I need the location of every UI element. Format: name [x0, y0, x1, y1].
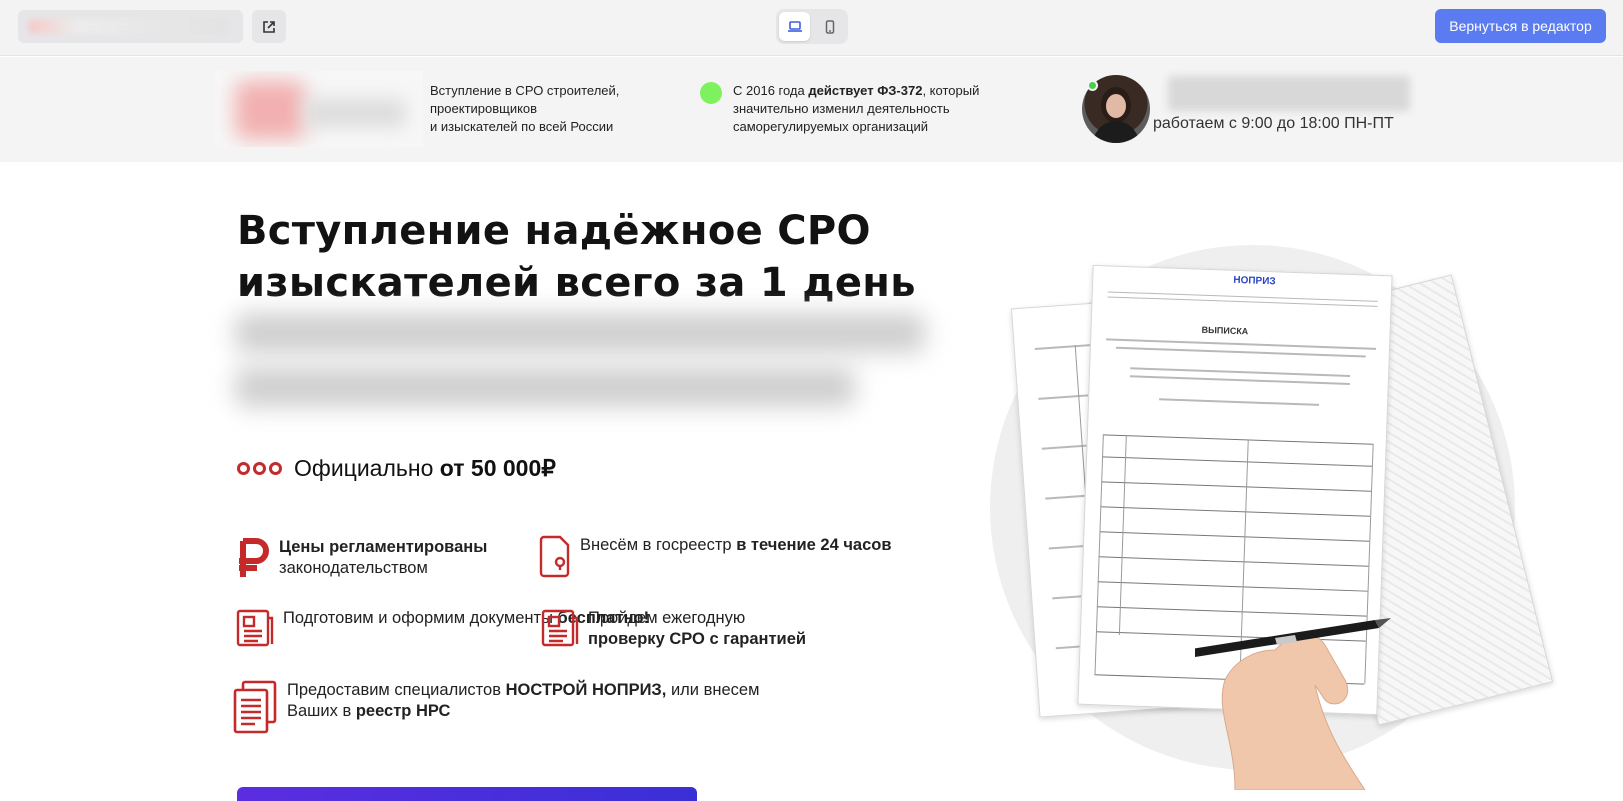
price-prefix: Официально: [294, 455, 440, 481]
cta-button[interactable]: [237, 787, 697, 801]
phone-icon: [825, 19, 834, 34]
status-indicator: [700, 82, 722, 104]
page-url-field[interactable]: [18, 10, 243, 43]
price-row: Официально от 50 000₽: [237, 455, 556, 482]
header-tagline: Вступление в СРО строителей, проектировщ…: [430, 83, 620, 134]
law-prefix: С 2016 года: [733, 83, 809, 98]
external-link-icon: [263, 20, 275, 33]
document-heading: ВЫПИСКА: [1201, 324, 1249, 337]
document-list-icon: [236, 609, 274, 647]
device-toggle: [776, 9, 848, 44]
document-stamp-icon: [539, 535, 570, 578]
feature-text: Внесём в госреестр: [580, 536, 737, 554]
price-value: от 50 000₽: [439, 455, 556, 481]
price-text: Официально от 50 000₽: [294, 455, 556, 482]
logo[interactable]: [215, 71, 423, 147]
feature-text: Предоставим специалистов: [287, 681, 506, 699]
certificate-illustration: НОПРИЗ ВЫПИСКА: [985, 240, 1554, 790]
header-law-note: С 2016 года действует ФЗ-372, который зн…: [733, 82, 993, 136]
feature-bold: Цены регламентированы: [279, 538, 488, 556]
feature-specialists: Предоставим специалистов НОСТРОЙ НОПРИЗ,…: [231, 680, 807, 734]
editor-toolbar: Вернуться в редактор: [0, 0, 1623, 56]
desktop-view-button[interactable]: [779, 12, 810, 41]
document-list-icon: [541, 609, 579, 647]
nopriz-badge: НОПРИЗ: [1233, 274, 1276, 288]
documents-stack-icon: [233, 680, 277, 734]
feature-text: законодательством: [279, 559, 428, 577]
law-bold: действует ФЗ-372: [808, 83, 923, 98]
feature-bold: реестр НРС: [355, 702, 451, 720]
hand-with-pen-image: [1195, 618, 1391, 790]
back-to-editor-button[interactable]: Вернуться в редактор: [1435, 9, 1606, 43]
site-header: Вступление в СРО строителей, проектировщ…: [0, 57, 1623, 162]
dots-icon: [237, 462, 282, 475]
laptop-icon: [787, 20, 802, 32]
feature-prices: Цены регламентированы законодательством: [235, 537, 487, 579]
phone-number[interactable]: [1168, 76, 1410, 111]
feature-bold: проверку СРО с гарантией: [588, 630, 807, 648]
feature-text: Пройдем ежегодную: [588, 609, 746, 627]
feature-registry: Внесём в госреестр в течение 24 часов: [538, 535, 891, 579]
online-indicator: [1087, 80, 1098, 91]
feature-annual-check: Пройдем ежегодную проверку СРО с гаранти…: [540, 608, 806, 650]
hero-title: Вступление надёжное СРО изыскателей всег…: [237, 208, 916, 306]
ruble-icon: [239, 538, 269, 577]
feature-text: Подготовим и оформим документы: [283, 609, 558, 627]
hero-subtitle: [230, 305, 940, 415]
open-external-button[interactable]: [252, 10, 286, 43]
mobile-view-button[interactable]: [814, 12, 845, 41]
feature-bold: в течение 24 часов: [736, 536, 892, 554]
feature-bold: НОСТРОЙ НОПРИЗ,: [505, 681, 667, 699]
work-hours: работаем с 9:00 до 18:00 ПН-ПТ: [1153, 115, 1394, 132]
